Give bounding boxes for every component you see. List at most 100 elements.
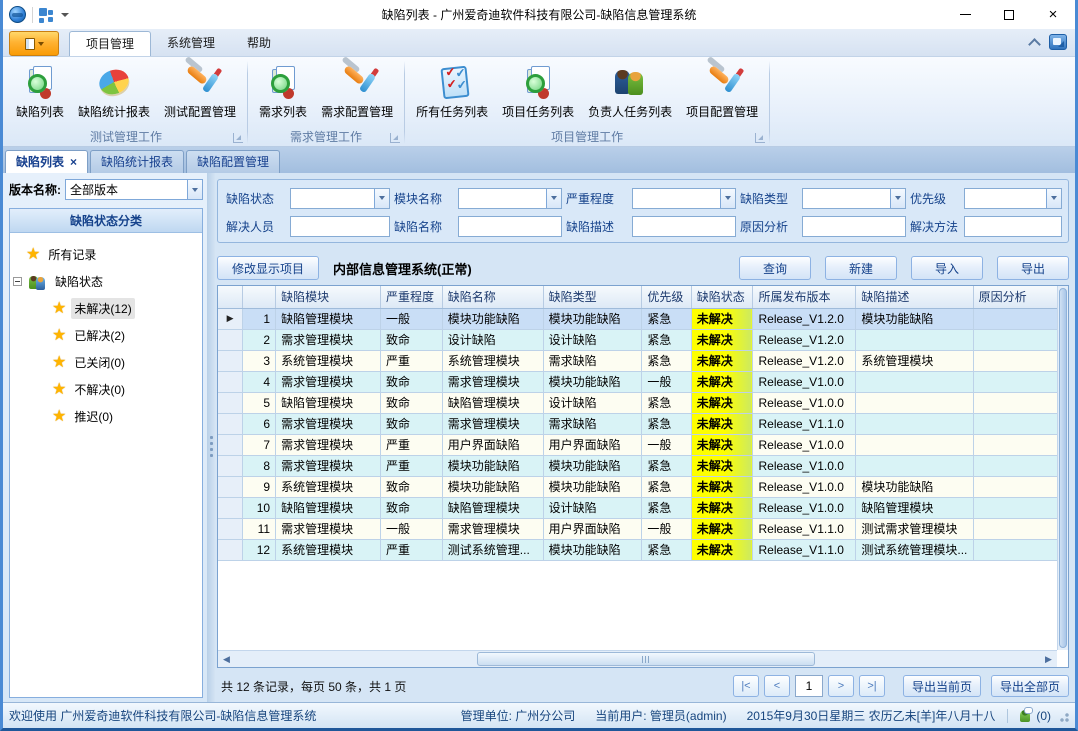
collapse-ribbon-icon[interactable]	[1027, 35, 1041, 49]
dropdown-arrow-icon[interactable]	[187, 180, 202, 199]
cell-severity[interactable]: 致命	[381, 329, 443, 350]
row-indicator-cell[interactable]	[218, 476, 243, 497]
minimize-button[interactable]	[943, 0, 987, 29]
column-header-defect-name[interactable]: 缺陷名称	[442, 286, 543, 308]
cell-priority[interactable]: 紧急	[642, 392, 691, 413]
tree-item-closed[interactable]: ★已关闭(0)	[12, 349, 200, 376]
prev-page-button[interactable]: <	[764, 675, 790, 697]
horizontal-scrollbar[interactable]: ◀ ▶	[218, 650, 1057, 667]
cell-severity[interactable]: 一般	[381, 308, 443, 329]
new-button[interactable]: 新建	[825, 256, 897, 280]
cell-version[interactable]: Release_V1.1.0	[753, 539, 856, 560]
filter-text-resolver[interactable]	[290, 216, 390, 237]
cell-type[interactable]: 模块功能缺陷	[543, 455, 642, 476]
row-indicator-cell[interactable]	[218, 350, 243, 371]
cell-name[interactable]: 模块功能缺陷	[442, 476, 543, 497]
column-header-defect-status[interactable]: 缺陷状态	[691, 286, 753, 308]
table-row[interactable]: 7需求管理模块严重用户界面缺陷用户界面缺陷一般未解决Release_V1.0.0	[218, 434, 1057, 455]
collapse-node-icon[interactable]	[13, 277, 22, 286]
cell-severity[interactable]: 严重	[381, 350, 443, 371]
cell-version[interactable]: Release_V1.0.0	[753, 497, 856, 518]
cell-module[interactable]: 系统管理模块	[276, 539, 381, 560]
table-row[interactable]: 8需求管理模块严重模块功能缺陷模块功能缺陷紧急未解决Release_V1.0.0	[218, 455, 1057, 476]
tree-item-defect-status[interactable]: 缺陷状态	[12, 268, 200, 295]
row-number-cell[interactable]: 11	[243, 518, 276, 539]
row-indicator-cell[interactable]	[218, 539, 243, 560]
cell-version[interactable]: Release_V1.2.0	[753, 308, 856, 329]
filter-text-defect-name[interactable]	[458, 216, 562, 237]
doc-tab-defect-stats-report[interactable]: 缺陷统计报表	[90, 150, 184, 173]
cell-priority[interactable]: 一般	[642, 434, 691, 455]
table-row[interactable]: 11需求管理模块一般需求管理模块用户界面缺陷一般未解决Release_V1.1.…	[218, 518, 1057, 539]
hscroll-thumb[interactable]	[477, 652, 815, 666]
cell-name[interactable]: 缺陷管理模块	[442, 497, 543, 518]
filter-dropdown-priority[interactable]	[964, 188, 1062, 209]
row-indicator-cell[interactable]: ▶	[218, 308, 243, 329]
cell-cause[interactable]	[973, 497, 1057, 518]
table-row[interactable]: ▶1缺陷管理模块一般模块功能缺陷模块功能缺陷紧急未解决Release_V1.2.…	[218, 308, 1057, 329]
dialog-launcher-icon[interactable]	[390, 133, 400, 143]
cell-name[interactable]: 需求管理模块	[442, 518, 543, 539]
app-menu-button[interactable]	[9, 31, 59, 56]
cell-status[interactable]: 未解决	[691, 434, 753, 455]
cell-priority[interactable]: 紧急	[642, 476, 691, 497]
help-icon[interactable]	[1049, 34, 1067, 50]
cell-desc[interactable]: 测试系统管理模块...	[856, 539, 973, 560]
ribbon-button-project-config-mgmt[interactable]: 项目配置管理	[681, 61, 763, 122]
cell-module[interactable]: 缺陷管理模块	[276, 308, 381, 329]
ribbon-tab-system-mgmt[interactable]: 系统管理	[151, 31, 231, 56]
ribbon-button-requirement-config-mgmt[interactable]: 需求配置管理	[316, 61, 398, 122]
cell-name[interactable]: 用户界面缺陷	[442, 434, 543, 455]
dropdown-arrow-icon[interactable]	[546, 189, 561, 208]
tree-item-unresolved[interactable]: ★未解决(12)	[12, 295, 200, 322]
table-row[interactable]: 4需求管理模块致命需求管理模块模块功能缺陷一般未解决Release_V1.0.0	[218, 371, 1057, 392]
cell-priority[interactable]: 一般	[642, 371, 691, 392]
messenger-icon[interactable]	[1018, 709, 1032, 723]
cell-version[interactable]: Release_V1.0.0	[753, 455, 856, 476]
ribbon-button-defect-stats-report[interactable]: 缺陷统计报表	[73, 61, 155, 122]
cell-module[interactable]: 需求管理模块	[276, 518, 381, 539]
row-number-cell[interactable]: 12	[243, 539, 276, 560]
export-current-page-button[interactable]: 导出当前页	[903, 675, 981, 697]
ribbon-button-test-config-mgmt[interactable]: 测试配置管理	[159, 61, 241, 122]
cell-severity[interactable]: 严重	[381, 539, 443, 560]
dropdown-arrow-icon[interactable]	[1046, 189, 1061, 208]
cell-desc[interactable]	[856, 392, 973, 413]
cell-name[interactable]: 缺陷管理模块	[442, 392, 543, 413]
cell-type[interactable]: 模块功能缺陷	[543, 476, 642, 497]
ribbon-tab-project-mgmt[interactable]: 项目管理	[69, 31, 151, 56]
cell-type[interactable]: 用户界面缺陷	[543, 518, 642, 539]
row-number-cell[interactable]: 10	[243, 497, 276, 518]
cell-cause[interactable]	[973, 392, 1057, 413]
sidebar-splitter[interactable]	[207, 173, 215, 702]
vertical-scrollbar[interactable]	[1057, 286, 1068, 650]
cell-cause[interactable]	[973, 539, 1057, 560]
cell-severity[interactable]: 致命	[381, 497, 443, 518]
cell-name[interactable]: 模块功能缺陷	[442, 308, 543, 329]
table-row[interactable]: 9系统管理模块致命模块功能缺陷模块功能缺陷紧急未解决Release_V1.0.0…	[218, 476, 1057, 497]
cell-desc[interactable]	[856, 413, 973, 434]
column-header-release-version[interactable]: 所属发布版本	[753, 286, 856, 308]
cell-priority[interactable]: 紧急	[642, 539, 691, 560]
column-header-row-number[interactable]	[243, 286, 276, 308]
cell-desc[interactable]: 系统管理模块	[856, 350, 973, 371]
column-header-defect-type[interactable]: 缺陷类型	[543, 286, 642, 308]
column-header-defect-module[interactable]: 缺陷模块	[276, 286, 381, 308]
filter-dropdown-severity[interactable]	[632, 188, 736, 209]
ribbon-button-requirement-list[interactable]: 需求列表	[254, 61, 312, 122]
ribbon-button-defect-list[interactable]: 缺陷列表	[11, 61, 69, 122]
row-number-cell[interactable]: 2	[243, 329, 276, 350]
quick-access-icon[interactable]	[39, 8, 53, 22]
doc-tab-defect-config-mgmt[interactable]: 缺陷配置管理	[186, 150, 280, 173]
cell-module[interactable]: 需求管理模块	[276, 371, 381, 392]
export-button[interactable]: 导出	[997, 256, 1069, 280]
row-number-cell[interactable]: 7	[243, 434, 276, 455]
tree-item-resolved[interactable]: ★已解决(2)	[12, 322, 200, 349]
cell-type[interactable]: 需求缺陷	[543, 413, 642, 434]
cell-desc[interactable]	[856, 455, 973, 476]
cell-type[interactable]: 设计缺陷	[543, 392, 642, 413]
column-header-cause-analysis[interactable]: 原因分析	[973, 286, 1057, 308]
cell-version[interactable]: Release_V1.1.0	[753, 413, 856, 434]
filter-text-solution[interactable]	[964, 216, 1062, 237]
last-page-button[interactable]: >|	[859, 675, 885, 697]
